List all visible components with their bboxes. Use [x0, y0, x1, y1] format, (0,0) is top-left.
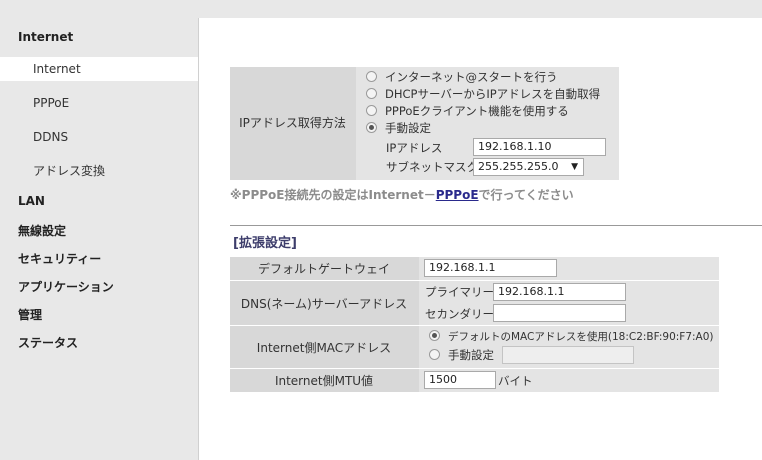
- radio-button-selected[interactable]: [366, 122, 377, 133]
- sidebar-item-internet[interactable]: Internet: [0, 57, 198, 81]
- mtu-row: Internet側MTU値 1500 バイト: [230, 369, 719, 392]
- dns-primary-input[interactable]: 192.168.1.1: [493, 283, 626, 301]
- dns-primary-label: プライマリー:: [425, 285, 498, 299]
- note-prefix: ※PPPoE接続先の設定はInternet－: [230, 188, 436, 202]
- ip-method-table: IPアドレス取得方法 インターネット@スタートを行う DHCPサーバーからIPア…: [230, 67, 619, 180]
- radio-button-selected[interactable]: [429, 330, 440, 341]
- nav-section-security[interactable]: セキュリティー: [18, 250, 101, 267]
- dns-secondary-input[interactable]: [493, 304, 626, 322]
- mac-row: Internet側MACアドレス デフォルトのMACアドレスを使用(18:C2:…: [230, 326, 719, 368]
- radio-label: 手動設定: [385, 121, 431, 135]
- subnet-mask-select[interactable]: 255.255.255.0 ▼: [473, 158, 584, 176]
- mtu-cell: 1500 バイト: [419, 369, 719, 392]
- mtu-input[interactable]: 1500: [424, 371, 496, 389]
- radio-label: デフォルトのMACアドレスを使用(18:C2:BF:90:F7:A0): [448, 331, 714, 343]
- mac-cell: デフォルトのMACアドレスを使用(18:C2:BF:90:F7:A0) 手動設定: [419, 326, 719, 368]
- subnet-mask-label: サブネットマスク: [386, 160, 478, 174]
- ip-method-label: IPアドレス取得方法: [239, 116, 346, 130]
- sidebar-item-pppoe[interactable]: PPPoE: [0, 91, 198, 115]
- gateway-cell: 192.168.1.1: [419, 257, 719, 280]
- dns-row: DNS(ネーム)サーバーアドレス プライマリー: 192.168.1.1 セカン…: [230, 281, 719, 325]
- sidebar: Internet Internet PPPoE DDNS アドレス変換 LAN …: [0, 0, 198, 460]
- mtu-label: Internet側MTU値: [274, 374, 374, 388]
- dns-label: DNS(ネーム)サーバーアドレス: [240, 296, 408, 311]
- nav-section-admin[interactable]: 管理: [18, 306, 42, 323]
- extended-settings-title: [拡張設定]: [233, 236, 297, 251]
- note-suffix: で行ってください: [478, 188, 574, 202]
- nav-section-status[interactable]: ステータス: [18, 334, 78, 351]
- pppoe-link[interactable]: PPPoE: [436, 188, 479, 202]
- radio-button[interactable]: [429, 349, 440, 360]
- nav-section-wireless[interactable]: 無線設定: [18, 222, 66, 239]
- radio-button[interactable]: [366, 88, 377, 99]
- gateway-input[interactable]: 192.168.1.1: [424, 259, 557, 277]
- radio-manual[interactable]: 手動設定: [366, 120, 431, 136]
- section-divider: [230, 225, 762, 226]
- radio-internet-start[interactable]: インターネット@スタートを行う: [366, 69, 558, 85]
- nav-section-lan[interactable]: LAN: [18, 194, 45, 208]
- radio-pppoe-client[interactable]: PPPoEクライアント機能を使用する: [366, 103, 569, 119]
- radio-label: PPPoEクライアント機能を使用する: [385, 104, 569, 118]
- radio-button[interactable]: [366, 71, 377, 82]
- chevron-down-icon: ▼: [571, 162, 578, 172]
- radio-mac-manual[interactable]: 手動設定: [429, 347, 494, 363]
- sidebar-item-ddns[interactable]: DDNS: [0, 125, 198, 149]
- nav-section-internet[interactable]: Internet: [18, 30, 73, 44]
- subnet-mask-value: 255.255.255.0: [478, 160, 559, 173]
- radio-dhcp[interactable]: DHCPサーバーからIPアドレスを自動取得: [366, 86, 600, 102]
- mac-label: Internet側MACアドレス: [256, 340, 392, 355]
- sidebar-item-address-translation[interactable]: アドレス変換: [0, 159, 198, 183]
- radio-mac-default[interactable]: デフォルトのMACアドレスを使用(18:C2:BF:90:F7:A0): [429, 329, 714, 345]
- radio-button[interactable]: [366, 105, 377, 116]
- dns-cell: プライマリー: 192.168.1.1 セカンダリー:: [419, 281, 719, 325]
- gateway-row: デフォルトゲートウェイ 192.168.1.1: [230, 257, 719, 280]
- ip-method-options: インターネット@スタートを行う DHCPサーバーからIPアドレスを自動取得 PP…: [356, 67, 619, 180]
- radio-label: 手動設定: [448, 348, 494, 362]
- dns-secondary-label: セカンダリー:: [425, 307, 498, 321]
- radio-label: インターネット@スタートを行う: [385, 70, 558, 84]
- mac-manual-input[interactable]: [502, 346, 634, 364]
- ip-address-input[interactable]: 192.168.1.10: [473, 138, 606, 156]
- ip-address-label: IPアドレス: [386, 141, 443, 155]
- gateway-label: デフォルトゲートウェイ: [257, 262, 390, 276]
- radio-label: DHCPサーバーからIPアドレスを自動取得: [385, 87, 601, 101]
- nav-section-application[interactable]: アプリケーション: [18, 278, 114, 295]
- pppoe-note: ※PPPoE接続先の設定はInternet－PPPoEで行ってください: [230, 186, 574, 203]
- main-panel: IPアドレス取得方法 インターネット@スタートを行う DHCPサーバーからIPア…: [198, 18, 762, 460]
- mtu-unit: バイト: [498, 374, 533, 388]
